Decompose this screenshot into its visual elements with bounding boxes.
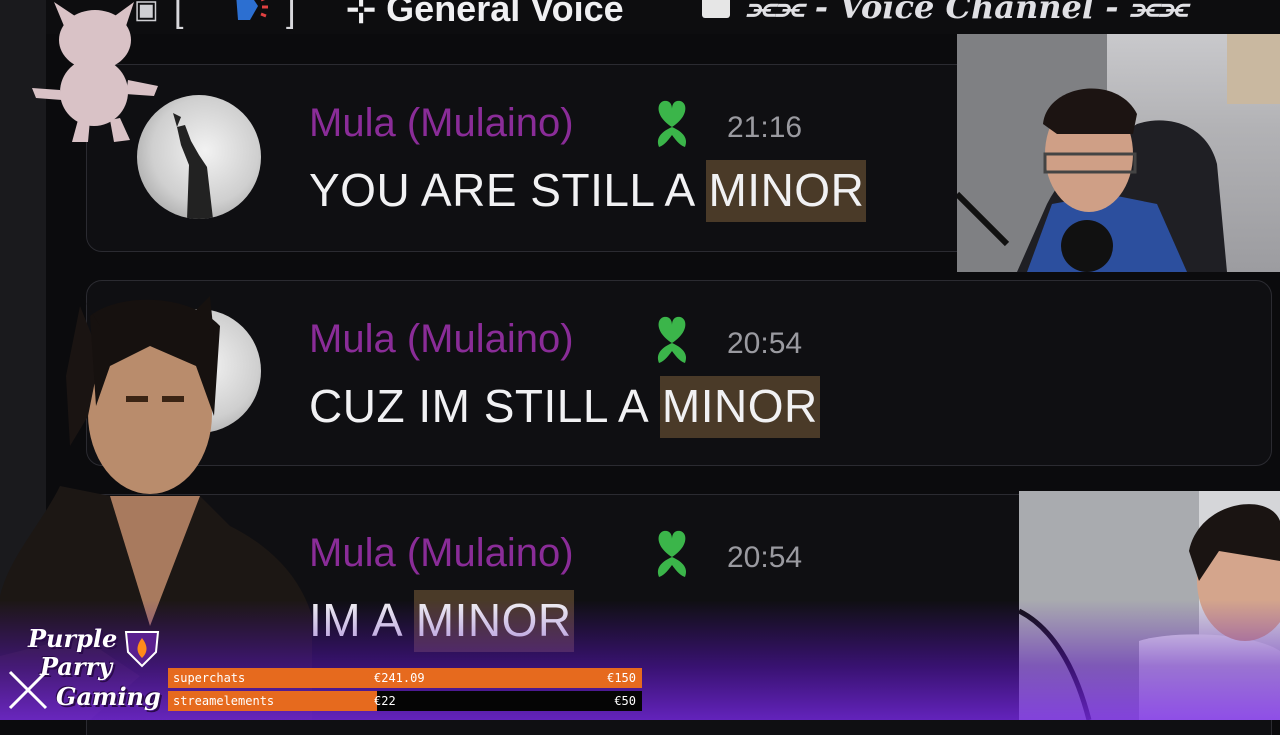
- timestamp: 20:54: [727, 541, 803, 574]
- bracket-open: [: [174, 0, 184, 30]
- timestamp: 20:54: [727, 327, 803, 360]
- webcam-feed-top: [957, 34, 1280, 272]
- shield-icon: [124, 631, 160, 668]
- channel-logo: Purple Parry Gaming: [6, 624, 166, 718]
- message-text-prefix: IM A: [309, 594, 414, 646]
- bracket-close: ]: [286, 0, 296, 30]
- logo-line-2: Parry: [40, 652, 113, 681]
- channel-name[interactable]: ⊹ General Voice: [346, 0, 624, 30]
- heart-flower-badge-icon: [657, 530, 687, 577]
- logo-line-1: Purple: [28, 624, 118, 653]
- webcam-feed-bottom: [1019, 491, 1280, 720]
- highlight-word: MINOR: [413, 590, 574, 652]
- channel-subtitle: ⫘⫘ - Voice Channel - ⫘⫘: [746, 0, 1188, 26]
- goal-bar-superchats: superchats €241.09 €150: [168, 668, 642, 688]
- heart-flower-badge-icon: [657, 316, 687, 363]
- message-text-prefix: CUZ IM STILL A: [309, 380, 660, 432]
- heart-flower-badge-icon: [657, 100, 687, 147]
- username[interactable]: Mula (Mulaino): [309, 101, 574, 146]
- highlight-word: MINOR: [659, 376, 820, 438]
- username[interactable]: Mula (Mulaino): [309, 317, 574, 362]
- message-text: IM A MINOR: [309, 590, 574, 652]
- goal-bar-streamelements: streamelements €22 €50: [168, 691, 642, 711]
- goal-value: €22: [374, 694, 396, 708]
- plush-mascot-image: [32, 2, 158, 142]
- timestamp: 21:16: [727, 111, 803, 144]
- goal-label: superchats: [173, 671, 246, 685]
- message-card: Mula (Mulaino) 21:16 YOU ARE STILL A MIN…: [86, 64, 988, 252]
- username[interactable]: Mula (Mulaino): [309, 531, 574, 576]
- goal-target: €150: [607, 671, 636, 685]
- message-text-prefix: YOU ARE STILL A: [309, 164, 707, 216]
- speaker-icon: [236, 0, 268, 20]
- goal-label: streamelements: [173, 694, 275, 708]
- square-emoji: [702, 0, 730, 18]
- goal-value: €241.09: [374, 671, 425, 685]
- crossed-swords-icon: [8, 670, 48, 710]
- highlight-word: MINOR: [706, 160, 867, 222]
- message-text: YOU ARE STILL A MINOR: [309, 160, 867, 222]
- message-text: CUZ IM STILL A MINOR: [309, 376, 820, 438]
- goal-target: €50: [614, 694, 636, 708]
- channel-header: ▣ [ ] ⊹ General Voice ⫘⫘ - Voice Channel…: [46, 0, 1280, 34]
- logo-line-3: Gaming: [56, 682, 161, 711]
